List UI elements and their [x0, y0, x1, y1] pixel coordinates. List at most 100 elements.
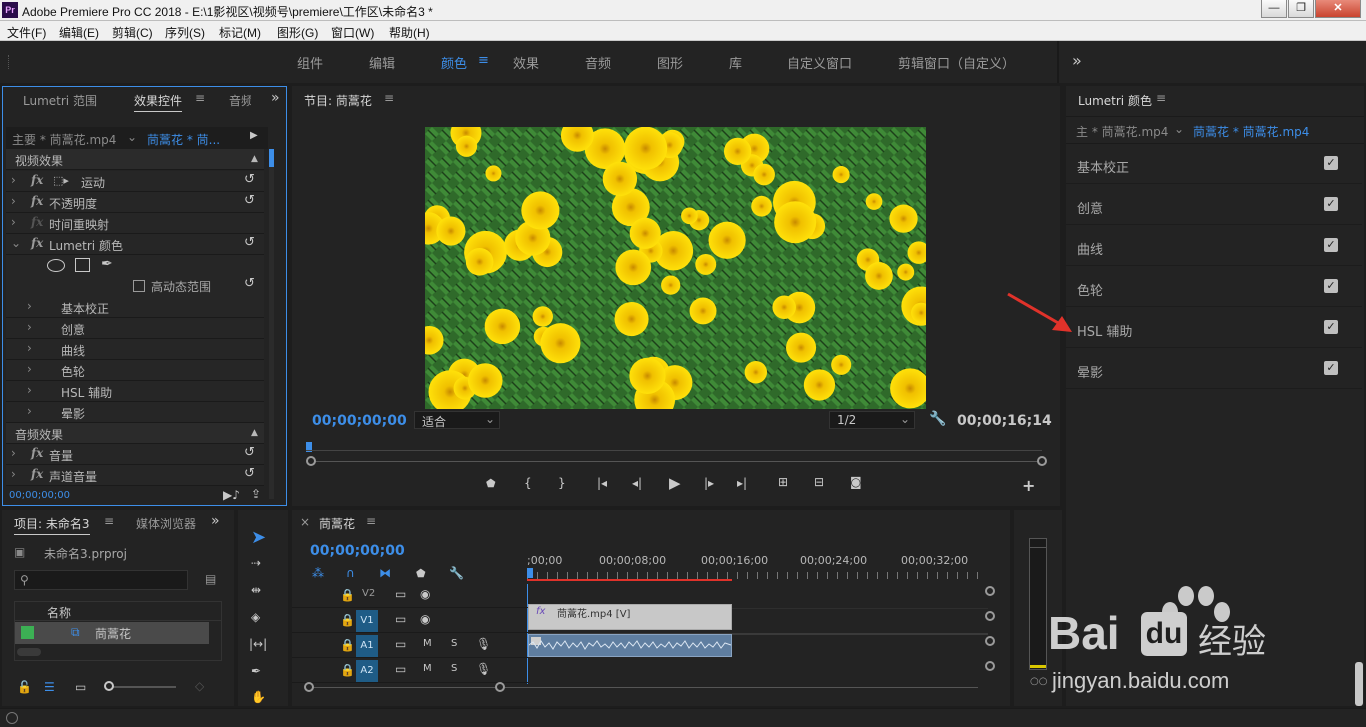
panel-menu-icon[interactable]: ≡ [384, 91, 394, 105]
minimize-button[interactable]: — [1261, 0, 1287, 18]
reset-icon[interactable]: ↺ [244, 445, 255, 460]
workspace-custom[interactable]: 自定义窗口 [787, 53, 852, 72]
lock-icon[interactable]: 🔓 [17, 680, 32, 694]
lock-icon[interactable]: 🔒 [340, 663, 355, 677]
add-button-icon[interactable]: + [1022, 476, 1035, 495]
zoom-handle-right[interactable] [1037, 456, 1047, 466]
wrench-icon[interactable]: 🔧 [929, 411, 946, 427]
section-checkbox[interactable]: ✓ [1324, 156, 1338, 170]
reset-icon[interactable]: ↺ [244, 172, 255, 187]
more-workspaces-icon[interactable]: » [1072, 51, 1082, 70]
play-icon[interactable]: ▶ [669, 474, 681, 492]
timeline-timecode[interactable]: 00;00;00;00 [310, 543, 405, 559]
more-tabs-icon[interactable]: » [211, 513, 220, 529]
close-window-button[interactable]: ✕ [1315, 0, 1361, 18]
workspace-color[interactable]: 颜色 [441, 53, 467, 72]
reset-icon[interactable]: ↺ [244, 235, 255, 250]
playhead-marker[interactable] [527, 568, 533, 578]
panel-menu-icon[interactable]: ≡ [366, 514, 376, 528]
menu-graphics[interactable]: 图形(G) [277, 24, 318, 41]
go-to-out-icon[interactable]: ▸| [737, 476, 747, 490]
status-indicator-icon[interactable] [6, 712, 18, 724]
solo-button[interactable]: S [451, 663, 457, 674]
expand-chevron-icon[interactable]: › [27, 341, 32, 355]
section-checkbox[interactable]: ✓ [1324, 238, 1338, 252]
tab-media-browser[interactable]: 媒体浏览器 [136, 515, 198, 532]
eye-icon[interactable]: ◉ [420, 612, 430, 626]
section-checkbox[interactable]: ✓ [1324, 197, 1338, 211]
fx-icon[interactable]: fx [31, 173, 43, 187]
step-back-icon[interactable]: ◂| [632, 476, 642, 490]
lumetri-section-hsl-secondary[interactable]: HSL 辅助 ✓ [1066, 307, 1362, 348]
list-item[interactable]: ⧉ 茼蒿花 [15, 622, 209, 644]
tab-effect-controls[interactable]: 效果控件 [134, 92, 183, 112]
effect-controls-timecode[interactable]: 00;00;00;00 [9, 490, 70, 501]
panel-menu-icon[interactable]: ≡ [1156, 91, 1166, 105]
new-bin-icon[interactable]: ▤ [205, 572, 216, 586]
expand-chevron-icon[interactable]: › [27, 299, 32, 313]
menu-sequence[interactable]: 序列(S) [165, 24, 205, 41]
clip-fx-badge[interactable]: fx [536, 606, 545, 617]
section-checkbox[interactable]: ✓ [1324, 279, 1338, 293]
h-scrollbar[interactable] [308, 687, 978, 688]
effect-row-channel-volume[interactable]: › fx 声道音量 ↺ [6, 465, 264, 486]
workspace-assembly[interactable]: 组件 [297, 53, 323, 72]
horizontal-scrollbar[interactable] [17, 648, 41, 656]
lock-icon[interactable]: 🔒 [340, 613, 355, 627]
ellipse-mask-icon[interactable] [47, 259, 65, 272]
workspace-effects[interactable]: 效果 [513, 53, 539, 72]
mark-in-icon[interactable]: { [524, 476, 532, 490]
work-area-bar[interactable] [527, 579, 732, 581]
razor-tool-icon[interactable]: ◈ [251, 610, 260, 624]
workspace-graphics[interactable]: 图形 [657, 53, 683, 72]
column-name[interactable]: 名称 [47, 604, 71, 621]
go-to-in-icon[interactable]: |◂ [597, 476, 607, 490]
lock-icon[interactable]: 🔒 [340, 588, 355, 602]
lumetri-section-basic[interactable]: › 基本校正 [6, 297, 264, 318]
menu-help[interactable]: 帮助(H) [389, 24, 430, 41]
audio-clip[interactable] [528, 634, 732, 657]
expand-chevron-icon[interactable]: › [11, 215, 16, 229]
ripple-edit-tool-icon[interactable]: ⇹ [251, 583, 261, 597]
lumetri-section-curves[interactable]: › 曲线 [6, 339, 264, 360]
hand-tool-icon[interactable]: ✋ [251, 690, 266, 704]
timeline-sequence-tab[interactable]: 茼蒿花 [319, 515, 355, 532]
expand-chevron-icon[interactable]: › [27, 320, 32, 334]
rectangle-mask-icon[interactable] [75, 258, 90, 272]
tab-menu-icon[interactable]: ≡ [195, 91, 205, 105]
expand-chevron-icon[interactable]: › [11, 173, 16, 187]
chevron-down-icon[interactable]: ⌄ [1174, 122, 1184, 136]
export-icon[interactable]: ⇪ [251, 487, 261, 501]
expand-chevron-icon[interactable]: › [11, 446, 16, 460]
zoom-bar[interactable] [310, 461, 1042, 462]
program-monitor-title[interactable]: 节目: 茼蒿花 [304, 92, 372, 109]
extract-icon[interactable]: ⊟ [814, 475, 824, 489]
track-select-tool-icon[interactable]: ⇢ [251, 556, 261, 570]
grip-handle[interactable] [8, 55, 11, 69]
lumetri-section-basic-correction[interactable]: 基本校正 ✓ [1066, 143, 1362, 184]
toggle-sync-icon[interactable]: ▭ [395, 612, 406, 626]
more-tabs-icon[interactable]: » [271, 90, 280, 106]
pen-mask-icon[interactable]: ✒ [101, 256, 113, 272]
lumetri-section-vignette[interactable]: 晕影 ✓ [1066, 348, 1362, 389]
toggle-sync-icon[interactable]: ▭ [395, 637, 406, 651]
sort-icon[interactable]: ◇ [195, 679, 204, 693]
effect-row-time-remap[interactable]: › fx 时间重映射 [6, 213, 264, 234]
menu-marker[interactable]: 标记(M) [219, 24, 261, 41]
toggle-sync-icon[interactable]: ▭ [395, 587, 406, 601]
lift-icon[interactable]: ⊞ [778, 475, 788, 489]
pen-tool-icon[interactable]: ✒ [251, 664, 261, 678]
lumetri-section-color-wheels[interactable]: 色轮 ✓ [1066, 266, 1362, 307]
reset-icon[interactable]: ↺ [244, 466, 255, 481]
track-target-a2[interactable]: A2 [356, 660, 378, 682]
lumetri-section-creative[interactable]: 创意 ✓ [1066, 184, 1362, 225]
icon-view-icon[interactable]: ▭ [75, 680, 86, 694]
lumetri-section-vignette[interactable]: › 晕影 [6, 402, 264, 423]
reset-icon[interactable]: ↺ [244, 276, 255, 291]
tab-audio[interactable]: 音频 [229, 92, 251, 109]
workspace-menu-icon[interactable]: ≡ [478, 53, 489, 68]
linked-selection-icon[interactable]: ⧓ [379, 566, 391, 580]
lumetri-panel-title[interactable]: Lumetri 颜色 [1078, 92, 1152, 109]
effect-row-motion[interactable]: › fx ⬚▸ 运动 ↺ [6, 171, 264, 192]
microphone-icon[interactable]: 🎙 [476, 662, 491, 676]
